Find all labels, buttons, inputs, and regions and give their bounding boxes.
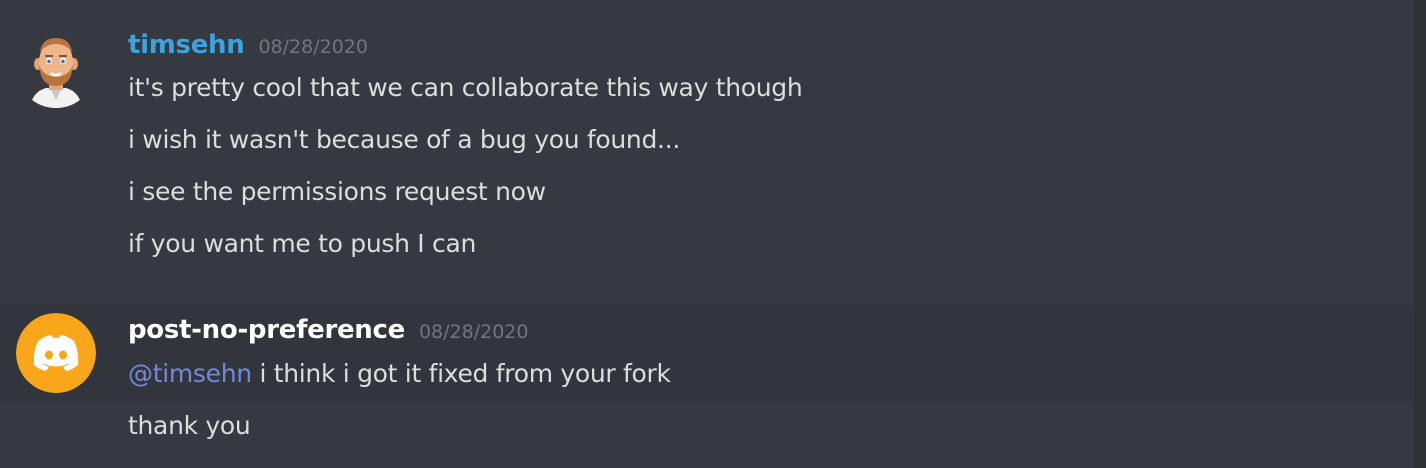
message-header: timsehn 08/28/2020 bbox=[128, 30, 368, 60]
message-header: post-no-preference 08/28/2020 bbox=[128, 315, 528, 345]
message-text: thank you bbox=[128, 411, 251, 440]
timestamp[interactable]: 08/28/2020 bbox=[258, 36, 368, 58]
user-mention[interactable]: @timsehn bbox=[128, 359, 252, 388]
message-text-body: i think i got it fixed from your fork bbox=[251, 359, 671, 388]
username[interactable]: timsehn bbox=[128, 30, 245, 60]
scrollbar-track[interactable] bbox=[1414, 0, 1426, 468]
message-text: @timsehn i think i got it fixed from you… bbox=[128, 359, 671, 388]
message-text: i see the permissions request now bbox=[128, 177, 546, 206]
chat-messages-area: timsehn 08/28/2020 it's pretty cool that … bbox=[0, 0, 1426, 468]
username[interactable]: post-no-preference bbox=[128, 315, 405, 345]
avatar[interactable] bbox=[16, 28, 96, 108]
message-text: it's pretty cool that we can collaborate… bbox=[128, 73, 803, 102]
message-text: i wish it wasn't because of a bug you fo… bbox=[128, 125, 680, 154]
timestamp[interactable]: 08/28/2020 bbox=[419, 321, 529, 343]
message-text: if you want me to push I can bbox=[128, 229, 477, 258]
avatar[interactable] bbox=[16, 313, 96, 393]
discord-logo-icon bbox=[16, 313, 96, 393]
bearded-man-bitmoji-icon bbox=[16, 28, 96, 108]
